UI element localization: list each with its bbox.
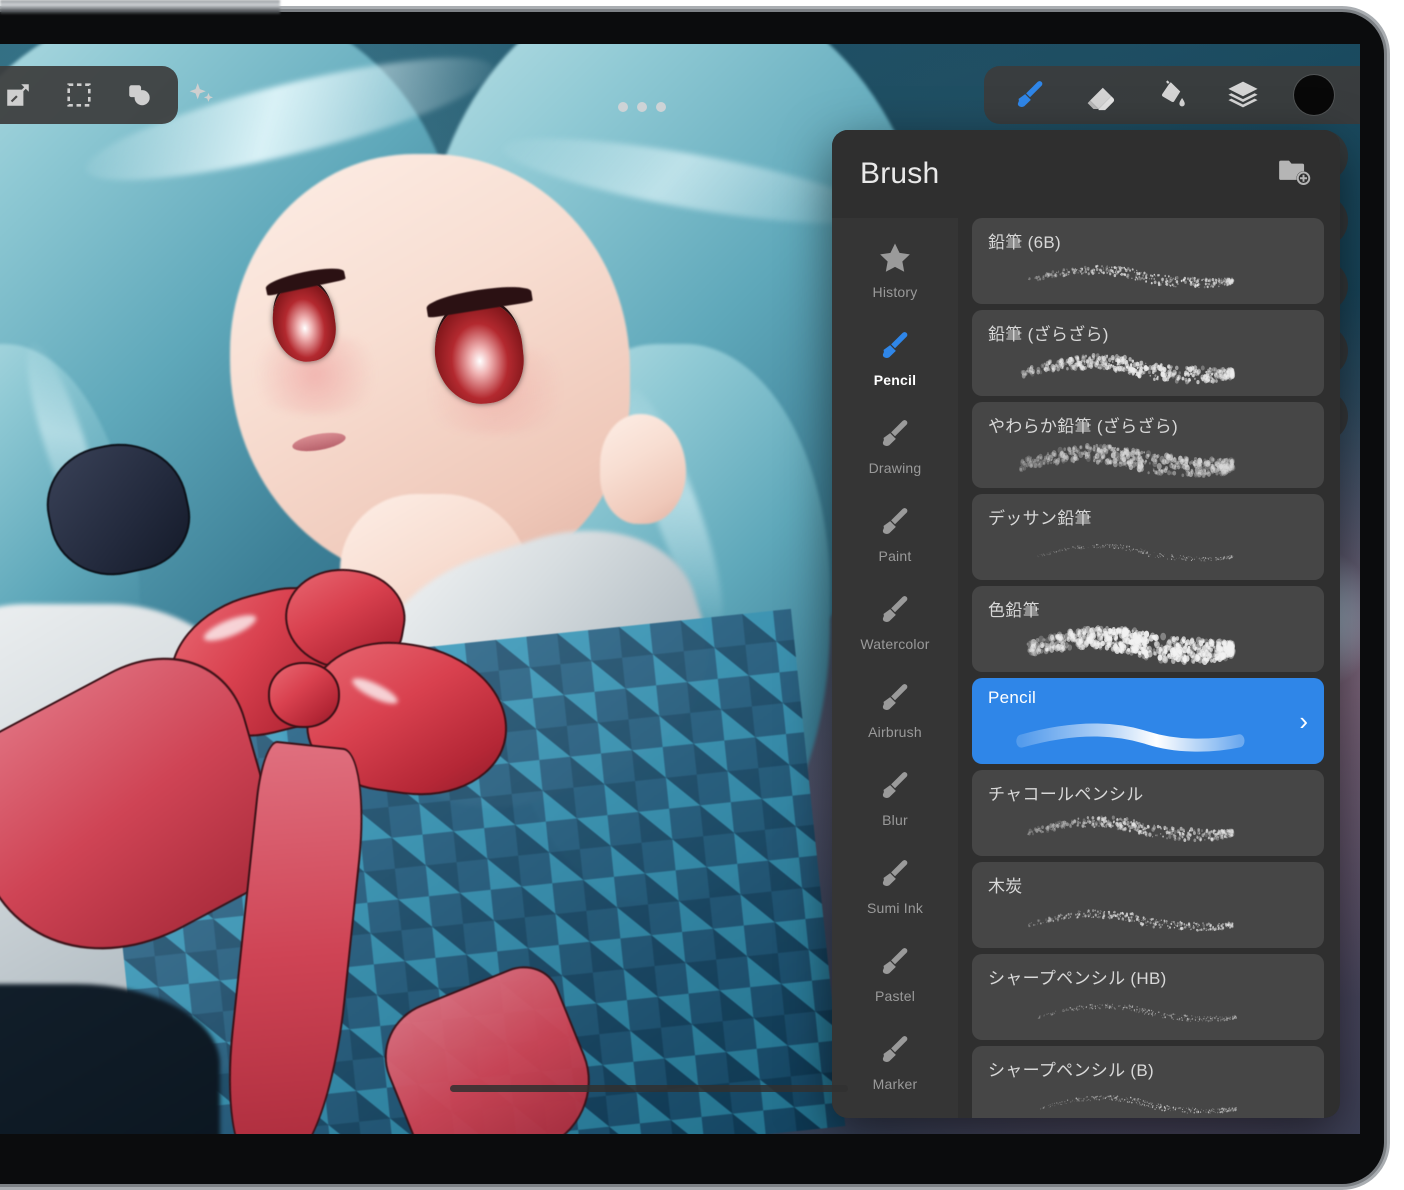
chevron-right-icon[interactable]: › <box>1299 708 1308 734</box>
brush-category-label: Blur <box>882 812 908 828</box>
brush-item[interactable]: チャコールペンシル <box>972 770 1324 856</box>
brush-panel: Brush History Pencil Drawing Paint <box>832 130 1340 1118</box>
brush-category-pastel[interactable]: Pastel <box>832 930 958 1018</box>
eraser-icon[interactable] <box>1081 75 1121 115</box>
left-toolbar <box>0 66 178 124</box>
brush-stroke-preview <box>972 990 1324 1034</box>
color-swatch[interactable] <box>1294 75 1334 115</box>
brush-item[interactable]: デッサン鉛筆 <box>972 494 1324 580</box>
brush-category-list[interactable]: History Pencil Drawing Paint Watercolor … <box>832 218 958 1118</box>
paintbrush-icon <box>878 1033 912 1067</box>
brush-stroke-preview <box>972 346 1324 390</box>
brush-category-drawing[interactable]: Drawing <box>832 402 958 490</box>
brush-category-label: Marker <box>873 1076 918 1092</box>
brush-list[interactable]: 鉛筆 (6B) 鉛筆 (ざらざら) やわらか鉛筆 (ざらざら) デッサン鉛筆色鉛筆 Pe… <box>958 218 1340 1118</box>
brush-stroke-preview <box>972 714 1324 758</box>
brush-category-blur[interactable]: Blur <box>832 754 958 842</box>
brush-item[interactable]: シャープペンシル (HB) <box>972 954 1324 1040</box>
paintbrush-icon <box>878 593 912 627</box>
paintbrush-icon <box>878 505 912 539</box>
brush-category-label: Sumi Ink <box>867 900 923 916</box>
ipad-device: ❄ ❄ <box>0 0 1404 1188</box>
handle-dot <box>618 102 628 112</box>
brush-category-marker[interactable]: Marker <box>832 1018 958 1106</box>
handle-dot <box>656 102 666 112</box>
brush-category-label: Pencil <box>874 372 916 388</box>
ear <box>600 414 686 524</box>
brush-category-airbrush[interactable]: Airbrush <box>832 666 958 754</box>
brush-stroke-preview <box>972 254 1324 298</box>
paintbrush-icon <box>878 857 912 891</box>
brush-category-paint[interactable]: Paint <box>832 490 958 578</box>
brush-item-name: デッサン鉛筆 <box>988 504 1308 529</box>
brush-item-name: Pencil <box>988 688 1308 708</box>
brush-item[interactable]: 鉛筆 (6B) <box>972 218 1324 304</box>
ipad-screen: ❄ ❄ <box>0 44 1360 1134</box>
brush-item-name: シャープペンシル (B) <box>988 1056 1308 1081</box>
brush-stroke-preview <box>972 438 1324 482</box>
brush-category-watercolor[interactable]: Watercolor <box>832 578 958 666</box>
layers-icon[interactable] <box>1223 75 1263 115</box>
brush-category-pencil[interactable]: Pencil <box>832 314 958 402</box>
brush-item[interactable]: Pencil › <box>972 678 1324 764</box>
brush-item-name: 色鉛筆 <box>988 596 1308 621</box>
paintbrush-icon <box>878 417 912 451</box>
brush-item-name: やわらか鉛筆 (ざらざら) <box>988 412 1308 437</box>
brush-category-sumi-ink[interactable]: Sumi Ink <box>832 842 958 930</box>
brush-category-label: Watercolor <box>860 636 929 652</box>
brush-item-name: チャコールペンシル <box>988 780 1308 805</box>
brush-panel-header: Brush <box>832 130 1340 218</box>
paintbrush-icon <box>878 329 912 363</box>
brush-item[interactable]: シャープペンシル (B) <box>972 1046 1324 1118</box>
brush-stroke-preview <box>972 898 1324 942</box>
selection-icon[interactable] <box>66 75 92 115</box>
brush-category-label: History <box>873 284 918 300</box>
brush-item[interactable]: 木炭 <box>972 862 1324 948</box>
brush-category-label: Drawing <box>869 460 922 476</box>
brush-stroke-preview <box>972 530 1324 574</box>
paintbrush-icon <box>878 945 912 979</box>
brush-panel-body: History Pencil Drawing Paint Watercolor … <box>832 218 1340 1118</box>
brush-category-label: Pastel <box>875 988 915 1004</box>
brush-category-history[interactable]: History <box>832 226 958 314</box>
brush-item[interactable]: やわらか鉛筆 (ざらざら) <box>972 402 1324 488</box>
brush-panel-title: Brush <box>860 157 939 191</box>
fill-icon[interactable] <box>1152 75 1192 115</box>
brush-stroke-preview <box>972 806 1324 850</box>
brush-item[interactable]: 鉛筆 (ざらざら) <box>972 310 1324 396</box>
brush-item-name: 鉛筆 (6B) <box>988 228 1308 253</box>
handle-dot <box>637 102 647 112</box>
folder-add-icon[interactable] <box>1278 157 1312 192</box>
right-toolbar <box>984 66 1360 124</box>
transform-icon[interactable] <box>4 75 32 115</box>
paintbrush-icon <box>878 681 912 715</box>
top-edge-artifact <box>0 0 280 14</box>
brush-item-name: 木炭 <box>988 872 1308 897</box>
brush-stroke-preview <box>972 622 1324 666</box>
brush-item-name: シャープペンシル (HB) <box>988 964 1308 989</box>
star-icon <box>878 241 912 275</box>
multitask-handle[interactable] <box>618 102 666 112</box>
shapes-icon[interactable] <box>126 75 154 115</box>
brush-stroke-preview <box>972 1082 1324 1118</box>
paintbrush-icon[interactable] <box>1010 75 1050 115</box>
brush-item-name: 鉛筆 (ざらざら) <box>988 320 1308 345</box>
home-indicator <box>450 1085 848 1092</box>
sparkle-icon[interactable] <box>188 75 216 115</box>
paintbrush-icon <box>878 769 912 803</box>
brush-category-label: Airbrush <box>868 724 922 740</box>
brush-category-label: Paint <box>879 548 912 564</box>
brush-item[interactable]: 色鉛筆 <box>972 586 1324 672</box>
bow-knot <box>268 662 340 728</box>
